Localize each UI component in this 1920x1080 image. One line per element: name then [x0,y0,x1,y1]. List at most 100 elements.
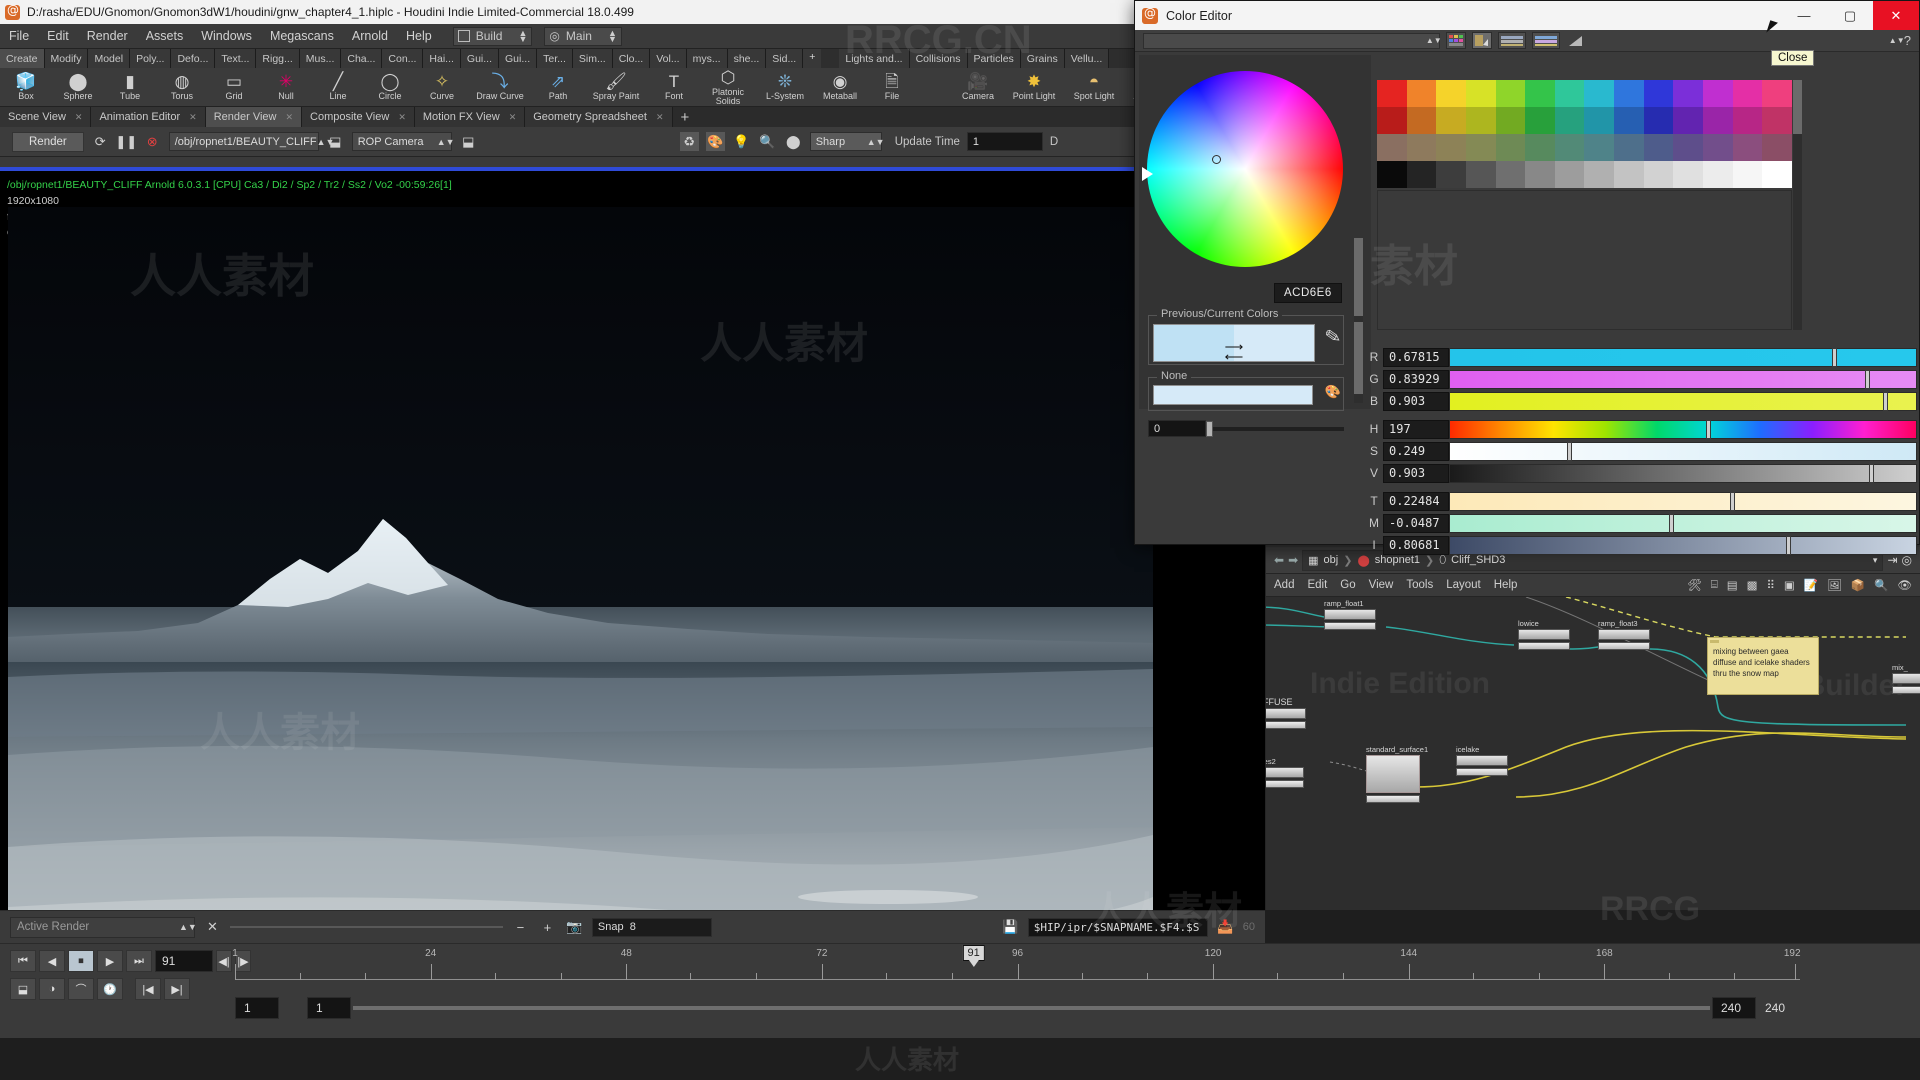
menu-arnold[interactable]: Arnold [343,26,397,46]
timeline-ruler[interactable]: 1 24 48 72 96 120 144 168 192 91 [232,944,1801,992]
alpha-track[interactable] [1206,420,1344,437]
slider-row-s[interactable]: S 0.249 [1365,441,1917,461]
shelf-tab-model[interactable]: Model [88,49,131,68]
palette-row-3[interactable] [1377,134,1792,161]
prev-key-button[interactable]: ◀| [216,950,232,972]
color-editor-tabbar[interactable]: ▲▼ [1143,32,1442,49]
snapshot-camera-icon[interactable]: 📷 [565,918,584,937]
range-end-button[interactable]: ▶| [164,978,190,1000]
shelf-tool-font[interactable]: T Font [648,72,700,101]
shelf-tab-hai[interactable]: Hai... [423,49,461,68]
swatch[interactable] [1703,161,1733,188]
alpha-field[interactable]: 0 [1148,420,1206,437]
swatch[interactable] [1614,80,1644,107]
plus-icon[interactable]: + [538,918,557,937]
swatch[interactable] [1673,107,1704,134]
shelf-tool-point-light[interactable]: ✸ Point Light [1004,72,1064,101]
slider-row-r[interactable]: R 0.67815 [1365,347,1917,367]
slider-track-r[interactable] [1449,347,1917,367]
playbar-controls[interactable]: ⏮ ◀ ⏹ ▶ ⏭ 91 ◀| |▶ ⬓ ◑ ⌒ 🕐 |◀ ▶| [10,950,251,1000]
swatch[interactable] [1406,107,1437,134]
wheel-scrollbar-thumb-2[interactable] [1354,322,1363,394]
swatch[interactable] [1732,107,1763,134]
swatch[interactable] [1584,80,1615,107]
palette-grid-icon[interactable]: ▩ [1747,578,1758,592]
shelf-tool-circle[interactable]: ◯ Circle [364,72,416,101]
shelf-tool-path[interactable]: ⇗ Path [532,72,584,101]
shelf-tab-sim[interactable]: Sim... [572,49,613,68]
shelf-tab-poly[interactable]: Poly... [130,49,172,68]
chevron-updown-icon[interactable]: ▲▼ [317,137,335,146]
chevron-updown-icon[interactable]: ▲▼ [518,29,527,44]
shelf-tool-torus[interactable]: ◍ Torus [156,72,208,101]
slider-track-t[interactable] [1449,491,1917,511]
swatch[interactable] [1643,161,1674,188]
node-body[interactable] [1266,767,1304,778]
shelf-tab-vellum[interactable]: Vellu... [1064,49,1110,68]
net-menu-view[interactable]: View [1369,579,1394,591]
shelf-tab-create[interactable]: Create [0,49,45,68]
swatch[interactable] [1643,134,1674,161]
palette-add-icon[interactable]: 🎨 [1325,384,1341,400]
range-slider-track[interactable] [353,1006,1710,1010]
close-icon[interactable]: ✕ [509,112,517,123]
net-menu-help[interactable]: Help [1494,579,1518,591]
named-color-swatch[interactable] [1153,385,1313,405]
chevron-updown-icon[interactable]: ▲▼ [179,923,197,932]
shelf-tool-draw-curve[interactable]: ⤵ Draw Curve [468,72,532,101]
close-icon[interactable]: ✕ [285,112,293,123]
swatch[interactable] [1436,107,1466,134]
shelf-tab-ter[interactable]: Ter... [537,49,573,68]
render-view-toolbar[interactable]: Render ⟳ ❚❚ ⊗ /obj/ropnet1/BEAUTY_CLIFF ▲… [0,127,1265,157]
net-menu-go[interactable]: Go [1340,579,1355,591]
time-mode-button[interactable]: 🕐 [97,978,123,1000]
slider-row-h[interactable]: H 197 [1365,419,1917,439]
slider-value-m[interactable]: -0.0487 [1383,513,1449,533]
node-body[interactable] [1366,755,1420,793]
minus-icon[interactable]: − [511,918,530,937]
slider-track-h[interactable] [1449,419,1917,439]
shelf-tab-clo[interactable]: Clo... [612,49,651,68]
swatch[interactable] [1614,161,1644,188]
hex-value-field[interactable]: ACD6E6 [1274,283,1342,303]
swatch[interactable] [1406,80,1437,107]
palette-swatches[interactable] [1377,80,1792,190]
chevron-updown-icon-2[interactable]: ▲▼ [608,29,617,44]
swatch[interactable] [1377,161,1407,188]
shelf-tab-grains[interactable]: Grains [1020,49,1065,68]
shelf-tab-con[interactable]: Con... [382,49,424,68]
range-start-field[interactable]: 1 [235,997,279,1019]
swatch[interactable] [1495,107,1526,134]
swatch[interactable] [1465,80,1496,107]
value-arrow-marker[interactable] [1142,167,1153,181]
node-body-flag[interactable] [1324,622,1376,630]
slider-track-b[interactable] [1449,391,1917,411]
viewport-layout-selector[interactable]: ◎ Main ▲ ▼ [544,26,622,46]
slider-value-b[interactable]: 0.903 [1383,391,1449,411]
shelf-tab-vol[interactable]: Vol... [650,49,687,68]
swatch[interactable] [1584,134,1615,161]
palette-row-2[interactable] [1377,107,1792,134]
eyedropper-icon[interactable]: ✎ [1323,325,1343,350]
shelf-tool-box[interactable]: 🧊 Box [0,72,52,101]
swatch[interactable] [1406,134,1437,161]
menu-megascans[interactable]: Megascans [261,26,343,46]
pane-tab-motion-fx-view[interactable]: Motion FX View ✕ [414,107,526,127]
node-body[interactable] [1266,708,1306,719]
slider-thumb-m[interactable] [1669,513,1675,533]
eye-icon[interactable]: 👁 [1897,578,1912,592]
node-mix[interactable]: mix_ [1892,663,1920,694]
shelf-tab-modify[interactable]: Modify [44,49,89,68]
active-render-selector[interactable]: Active Render ▲▼ [10,916,197,938]
shelf-tool-grid[interactable]: ▭ Grid [208,72,260,101]
net-menu-layout[interactable]: Layout [1446,579,1481,591]
zoom-icon[interactable]: 🔍 [758,132,777,151]
play-stop-button[interactable]: ⏹ [68,950,94,972]
pane-tab-geometry-spreadsheet[interactable]: Geometry Spreadsheet ✕ [525,107,673,127]
remove-snapshot-icon[interactable]: ✕ [203,918,222,937]
sliders-alt-icon[interactable] [1531,32,1560,49]
shelf-tool-sphere[interactable]: ⬤ Sphere [52,72,104,101]
camera-field[interactable]: ROP Camera ▲▼ [351,132,455,151]
swatch[interactable] [1465,161,1496,188]
swatch[interactable] [1614,134,1644,161]
